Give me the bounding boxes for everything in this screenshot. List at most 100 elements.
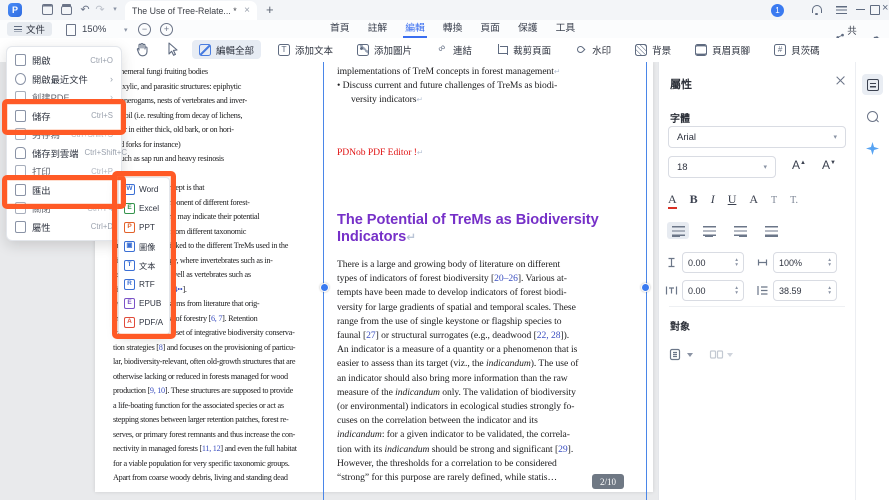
export-format-item[interactable]: E Excel [119,199,169,218]
format-button[interactable]: I [711,192,715,207]
align-objects-button[interactable] [669,348,693,361]
increase-font-size-button[interactable]: A▲ [792,158,806,172]
pdf-page[interactable]: ephemeral fungi fruiting bodiesepixylic,… [95,62,653,492]
tab-close-icon[interactable]: × [244,5,250,16]
file-menu-item-label: 儲存 [32,109,85,123]
line-spacing-input[interactable]: 38.59 ▴▾ [773,280,837,301]
selection-handle-left[interactable] [320,283,329,292]
document-text-line: implementations of TreM concepts in fore… [337,65,560,79]
zoom-in-icon[interactable]: + [160,23,173,36]
ribbon-tab[interactable]: 轉換 [441,20,465,38]
toolbar-button-label: 水印 [592,43,611,57]
file-menu-item[interactable]: 另存為 Ctrl+Shift+S › [7,125,121,144]
align-justify-button[interactable] [760,222,782,239]
stepper-arrows[interactable]: ▴▾ [735,258,738,267]
export-format-item[interactable]: R RTF [119,275,169,294]
zoom-level[interactable]: 150% [82,24,106,35]
char-spacing-input[interactable]: 0.00 ▴▾ [682,252,744,273]
search-button[interactable] [862,106,883,127]
stepper-arrows[interactable]: ▴▾ [828,258,831,267]
edited-red-text[interactable]: PDNob PDF Editor !↵ [337,146,423,160]
toolbar-button[interactable]: 編輯全部 [192,40,261,59]
format-button[interactable]: U [728,192,737,207]
user-avatar[interactable]: 1 [771,4,784,17]
export-format-item[interactable]: P PPT [119,218,169,237]
properties-panel-toggle[interactable] [862,74,883,95]
export-format-label: EPUB [139,299,161,308]
ribbon-tab[interactable]: 註解 [366,20,390,38]
align-right-button[interactable] [729,222,751,239]
undo-icon[interactable]: ↶ [79,4,91,16]
selection-handle-right[interactable] [641,283,650,292]
ai-assistant-button[interactable] [862,138,883,159]
file-menu-item[interactable]: 開啟最近文件 › [7,70,121,89]
toolbar-button[interactable]: 添加圖片 [350,40,419,59]
export-format-item[interactable]: W Word [119,180,169,199]
toolbar-button[interactable]: 裁剪頁面 [489,40,558,59]
properties-title: 屬性 [670,76,692,92]
format-button[interactable]: A [668,192,677,209]
file-menu-item[interactable]: 開啟 Ctrl+O › [7,51,121,70]
file-menu-item[interactable]: 屬性 Ctrl+D › [7,218,121,237]
toolbar-button[interactable]: 貝茨碼 [767,40,827,59]
notifications-bell-icon[interactable] [812,5,822,13]
export-format-icon: P [124,222,135,233]
select-tool-icon[interactable] [167,42,179,56]
word-spacing-row: 0.00 ▴▾ 38.59 ▴▾ [665,280,837,301]
export-format-item[interactable]: T 文本 [119,256,169,275]
window-minimize-button[interactable] [856,9,865,10]
main-menu-icon[interactable] [836,6,847,14]
ribbon-tab[interactable]: 頁面 [478,20,502,38]
distribute-objects-button[interactable] [709,348,733,361]
font-family-select[interactable]: Arial ▾ [668,126,846,148]
file-menu-item[interactable]: 關閉 Ctrl+F4 › [7,199,121,218]
font-size-select[interactable]: 18 ▾ [668,156,776,178]
toolbar-button[interactable]: 水印 [568,40,618,59]
format-button[interactable]: T. [790,195,798,206]
hand-tool-icon[interactable] [135,42,149,57]
stepper-arrows[interactable]: ▴▾ [735,286,738,295]
quick-print-icon[interactable] [61,6,72,15]
format-button[interactable]: B [690,192,698,207]
ribbon-tab[interactable]: 工具 [554,20,578,38]
export-format-item[interactable]: A PDF/A [119,313,169,332]
toolbar-button[interactable]: 背景 [628,40,678,59]
file-menu-item[interactable]: 創建PDF › [7,88,121,107]
stepper-arrows[interactable]: ▴▾ [828,286,831,295]
export-format-label: Word [139,185,158,194]
window-restore-button[interactable] [870,5,880,15]
ribbon-tab[interactable]: 保護 [516,20,540,38]
ribbon-tab[interactable]: 編輯 [403,20,427,38]
align-left-button[interactable] [667,222,689,239]
quick-save-icon[interactable] [42,4,53,15]
file-menu-item[interactable]: 匯出 › [7,181,121,200]
horizontal-scale-input[interactable]: 100% ▴▾ [773,252,837,273]
window-close-button[interactable]: × [882,2,888,14]
redo-icon[interactable]: ↷ [94,4,106,16]
export-format-item[interactable]: E EPUB [119,294,169,313]
file-menu-item-icon [15,73,26,85]
file-menu-button[interactable]: 文件 [7,22,52,36]
distribute-objects-icon [709,348,724,361]
decrease-font-size-button[interactable]: A▼ [822,158,836,172]
zoom-out-icon[interactable]: − [138,23,151,36]
toolbar-button[interactable]: 添加文本 [271,40,340,59]
ribbon-tab[interactable]: 首頁 [328,20,352,38]
document-tab[interactable]: The Use of Tree-Relate... * × [125,1,257,20]
format-button[interactable]: T [771,195,777,206]
zoom-dropdown-icon[interactable]: ▾ [124,26,128,34]
history-dropdown-icon[interactable]: ▾ [109,4,121,16]
file-menu-item[interactable]: 儲存到雲端 Ctrl+Shift+C › [7,144,121,163]
export-format-item[interactable]: ▣ 圖像 [119,237,169,256]
align-objects-icon [669,348,684,361]
word-spacing-input[interactable]: 0.00 ▴▾ [682,280,744,301]
toolbar-button[interactable]: 頁眉頁腳 [688,40,757,59]
panel-close-icon[interactable] [835,75,846,86]
file-menu-item[interactable]: 打印 Ctrl+P › [7,162,121,181]
format-button[interactable]: A [749,192,758,207]
toolbar-button[interactable]: 連結 [429,40,479,59]
new-tab-button[interactable]: + [266,2,274,17]
file-menu-item[interactable]: 儲存 Ctrl+S › [7,107,121,126]
align-center-button[interactable] [698,222,720,239]
align-center-icon [703,226,716,236]
